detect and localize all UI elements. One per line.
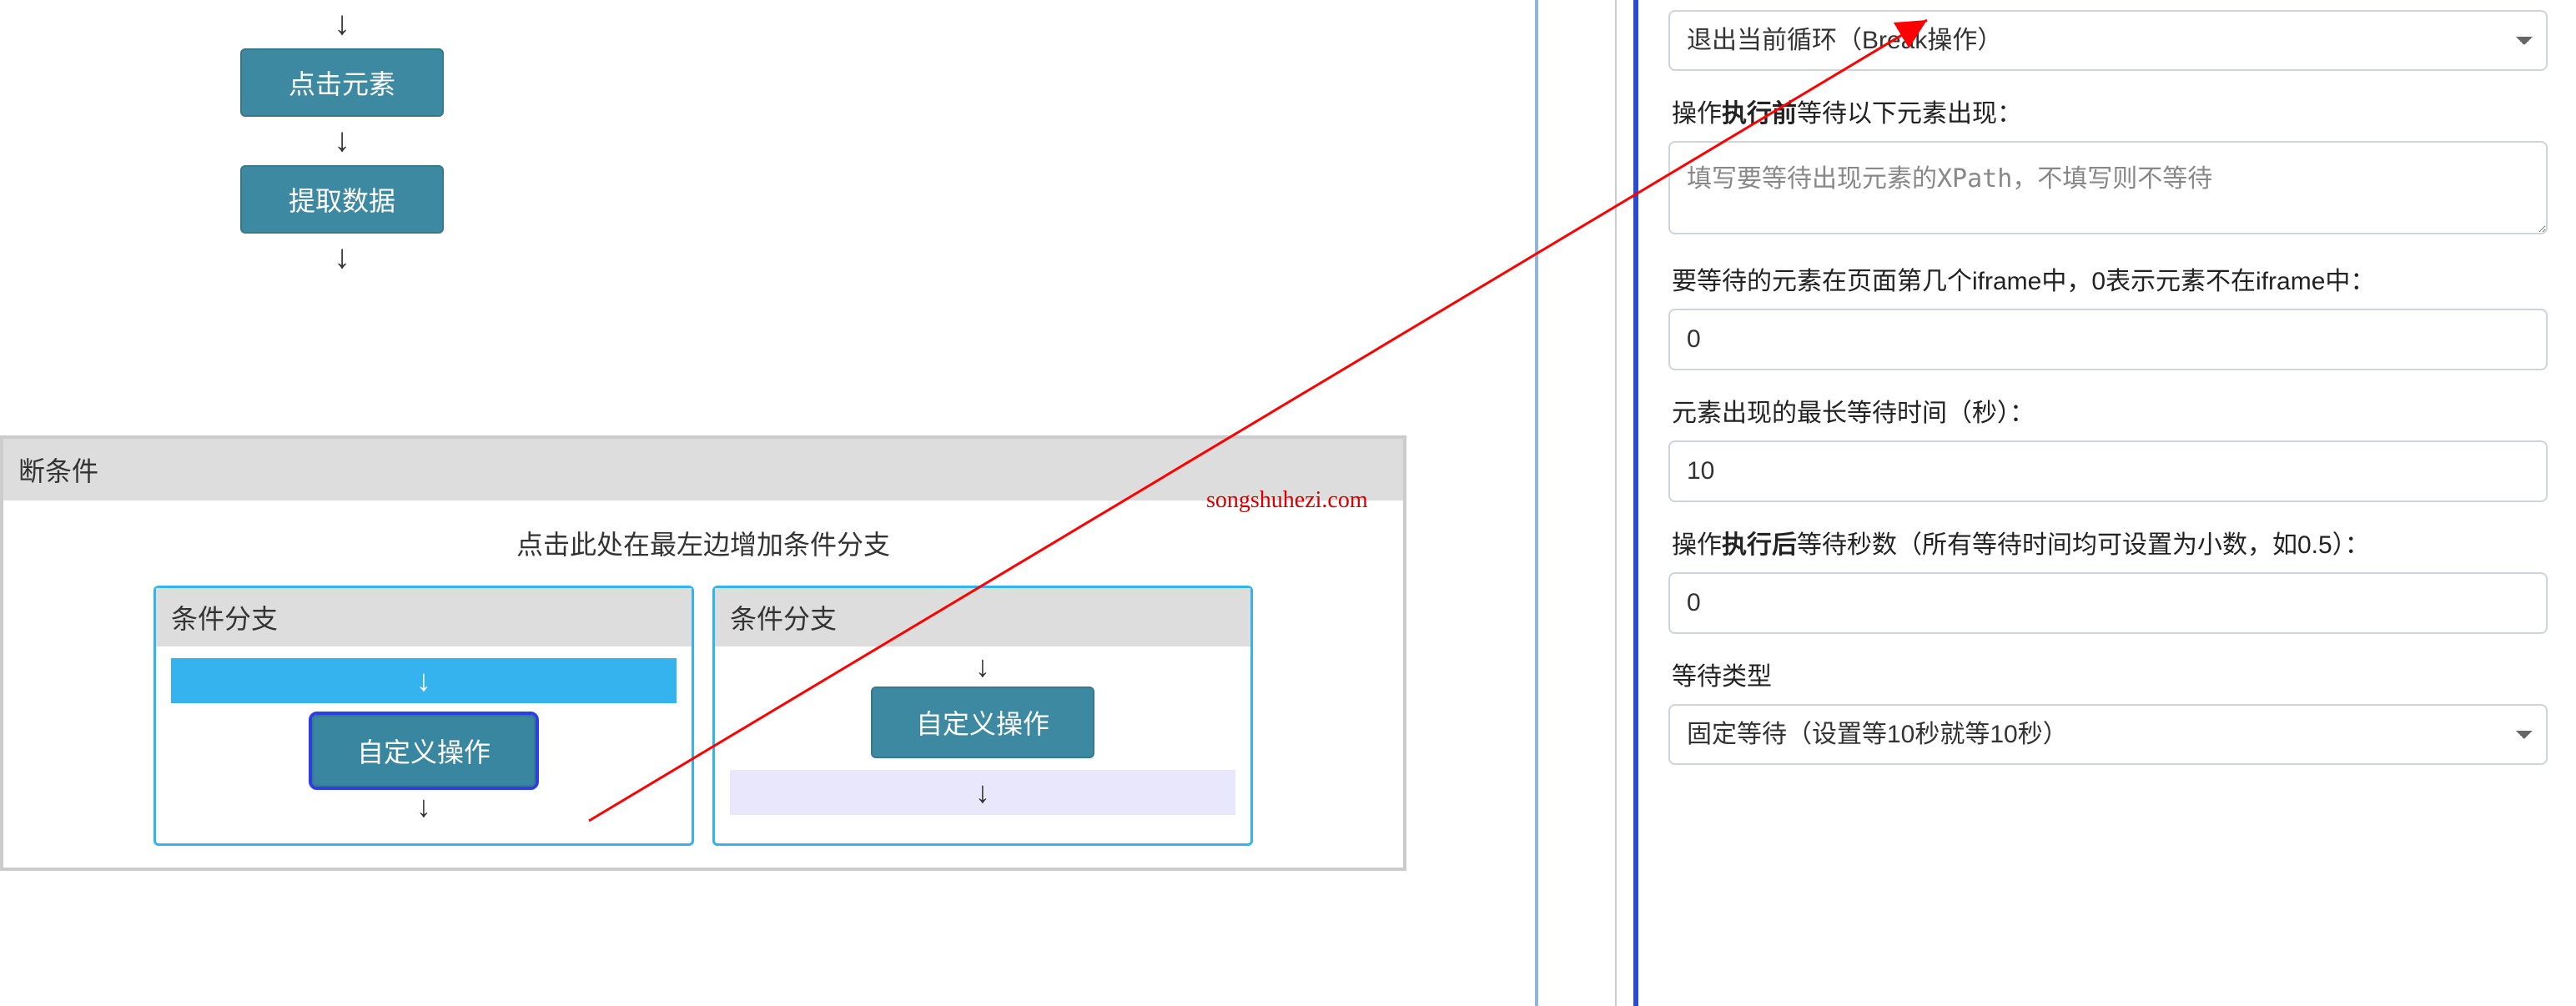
- node-extract-data[interactable]: 提取数据: [240, 165, 444, 234]
- condition-title: 断条件: [3, 439, 1403, 500]
- operation-type-select[interactable]: 退出当前循环（Break操作）: [1668, 10, 2548, 71]
- iframe-index-input[interactable]: [1668, 309, 2548, 370]
- iframe-index-label: 要等待的元素在页面第几个iframe中，0表示元素不在iframe中：: [1668, 239, 2569, 309]
- branch-header: 条件分支: [156, 588, 692, 646]
- branch-drop-zone-active[interactable]: ↓: [171, 658, 677, 703]
- branch-drop-zone[interactable]: ↓: [730, 770, 1235, 815]
- label-text: 等待以下元素出现：: [1797, 100, 2022, 128]
- label-text: 操作: [1672, 100, 1722, 128]
- label-bold: 执行后: [1722, 531, 1797, 559]
- after-wait-input[interactable]: [1668, 572, 2548, 634]
- arrow-down: ↓: [0, 123, 684, 157]
- label-text: 操作: [1672, 531, 1722, 559]
- flow-column: ↓ 点击元素 ↓ 提取数据 ↓: [0, 0, 684, 282]
- divider-line: [1615, 0, 1617, 1006]
- label-bold: 执行前: [1722, 100, 1797, 128]
- before-wait-label: 操作执行前等待以下元素出现：: [1668, 71, 2569, 141]
- after-wait-label: 操作执行后等待秒数（所有等待时间均可设置为小数，如0.5）：: [1668, 502, 2569, 572]
- wait-type-select[interactable]: 固定等待（设置等10秒就等10秒）: [1668, 704, 2548, 765]
- condition-add-hint[interactable]: 点击此处在最左边增加条件分支: [3, 500, 1403, 571]
- condition-branch-2[interactable]: 条件分支 ↓ 自定义操作 ↓: [712, 586, 1253, 846]
- watermark-text: songshuhezi.com: [1206, 487, 1368, 514]
- label-text: 等待秒数（所有等待时间均可设置为小数，如0.5）：: [1797, 531, 2370, 559]
- custom-operation-node[interactable]: 自定义操作: [871, 687, 1094, 758]
- before-wait-xpath-textarea[interactable]: [1668, 141, 2548, 234]
- settings-panel: 退出当前循环（Break操作） 操作执行前等待以下元素出现： 要等待的元素在页面…: [1633, 0, 2576, 1006]
- arrow-down: ↓: [0, 7, 684, 40]
- wait-type-label: 等待类型: [1668, 634, 2569, 704]
- max-wait-label: 元素出现的最长等待时间（秒）：: [1668, 370, 2569, 440]
- arrow-down: ↓: [715, 651, 1250, 682]
- arrow-down: ↓: [0, 240, 684, 274]
- node-click-element[interactable]: 点击元素: [240, 48, 444, 117]
- custom-operation-node-selected[interactable]: 自定义操作: [312, 715, 536, 787]
- condition-container[interactable]: 断条件 点击此处在最左边增加条件分支 条件分支 ↓ 自定义操作 ↓ 条件分支 ↓…: [0, 435, 1406, 871]
- max-wait-input[interactable]: [1668, 440, 2548, 502]
- condition-branch-1[interactable]: 条件分支 ↓ 自定义操作 ↓: [153, 586, 694, 846]
- branch-header: 条件分支: [715, 588, 1250, 646]
- condition-branches: 条件分支 ↓ 自定义操作 ↓ 条件分支 ↓ 自定义操作 ↓: [3, 571, 1403, 868]
- arrow-down: ↓: [156, 792, 692, 822]
